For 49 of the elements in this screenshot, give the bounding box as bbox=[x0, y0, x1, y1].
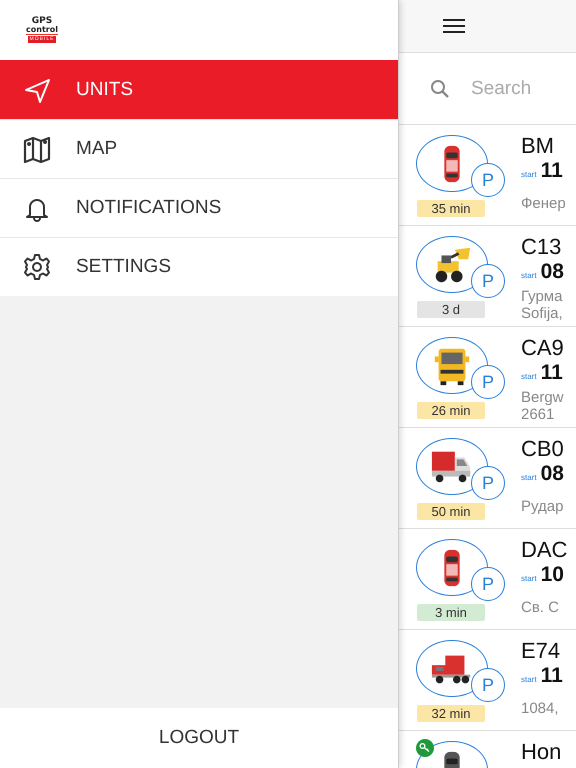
duration-badge: 3 d bbox=[417, 301, 485, 318]
unit-name: CB0 bbox=[521, 436, 565, 462]
duration-badge: 35 min bbox=[417, 200, 485, 217]
start-time: 08 bbox=[540, 260, 564, 284]
duration-badge: 32 min bbox=[417, 705, 485, 722]
unit-address: Фенер bbox=[521, 195, 567, 212]
unit-address: Bergw bbox=[521, 389, 565, 406]
menu-item[interactable]: NOTIFICATIONS bbox=[0, 178, 398, 237]
start-label: start bbox=[521, 271, 537, 280]
start-label: start bbox=[521, 473, 537, 482]
start-time: 10 bbox=[540, 563, 564, 587]
unit-address: 1084, bbox=[521, 700, 560, 717]
start-label: start bbox=[521, 372, 537, 381]
start-label: start bbox=[521, 675, 537, 684]
duration-badge: 26 min bbox=[417, 402, 485, 419]
menu-icon[interactable] bbox=[441, 16, 467, 36]
menu-item[interactable]: SETTINGS bbox=[0, 237, 398, 296]
duration-badge: 3 min bbox=[417, 604, 485, 621]
start-time: 11 bbox=[540, 664, 563, 688]
parking-badge: P bbox=[471, 264, 505, 298]
parking-badge: P bbox=[471, 163, 505, 197]
start-time: 11 bbox=[540, 361, 563, 385]
unit-name: BM bbox=[521, 133, 555, 159]
parking-badge: P bbox=[471, 567, 505, 601]
settings-icon bbox=[22, 252, 52, 282]
search-field[interactable]: Search bbox=[471, 78, 576, 100]
search-icon bbox=[429, 78, 451, 100]
logout-button[interactable]: LOGOUT bbox=[158, 727, 240, 749]
unit-address: 2661 bbox=[521, 406, 556, 423]
duration-badge: 50 min bbox=[417, 503, 485, 520]
parking-badge: P bbox=[471, 365, 505, 399]
menu-item[interactable]: UNITS bbox=[0, 60, 398, 119]
map-icon bbox=[22, 134, 52, 164]
parking-badge: P bbox=[471, 668, 505, 702]
parking-badge: P bbox=[471, 466, 505, 500]
menu-item[interactable]: MAP bbox=[0, 119, 398, 178]
start-label: start bbox=[521, 170, 537, 179]
unit-address: Св. С bbox=[521, 599, 560, 616]
unit-name: E74 bbox=[521, 638, 562, 664]
unit-name: C13 bbox=[521, 234, 562, 260]
unit-address: Рудар bbox=[521, 498, 564, 515]
start-label: start bbox=[521, 574, 537, 583]
unit-name: Hon bbox=[521, 739, 562, 765]
start-time: 08 bbox=[540, 462, 564, 486]
unit-name: DAC bbox=[521, 537, 568, 563]
unit-address: Sofija, bbox=[521, 305, 564, 322]
unit-name: CA9 bbox=[521, 335, 565, 361]
start-time: 11 bbox=[540, 159, 563, 183]
unit-address: Гурма bbox=[521, 288, 564, 305]
